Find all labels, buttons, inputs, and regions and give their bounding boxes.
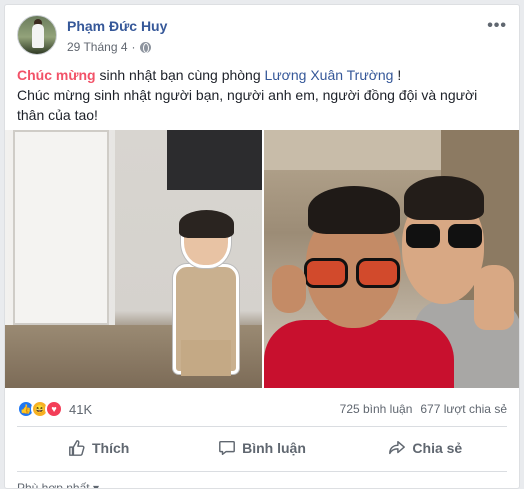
share-label: Chia sẻ: [412, 440, 463, 456]
photo-child-figure: [167, 210, 249, 378]
globe-icon[interactable]: [139, 41, 151, 53]
post-text: Chúc mừng sinh nhật bạn cùng phòng Lương…: [17, 65, 507, 125]
post-date[interactable]: 29 Tháng 4: [67, 40, 128, 54]
photo-2[interactable]: [264, 130, 519, 388]
thumbs-up-icon: [69, 440, 85, 456]
person-2-sunglasses: [404, 224, 484, 252]
photo-grid: [5, 130, 519, 390]
reaction-count[interactable]: 41K: [69, 402, 92, 417]
lens-left: [406, 224, 440, 248]
like-button[interactable]: Thích: [17, 431, 180, 465]
post-stats: 725 bình luận 677 lượt chia sẻ: [340, 402, 507, 416]
person-1-hair: [308, 186, 400, 234]
person-2-hair: [404, 176, 484, 220]
post-card: Phạm Đức Huy 29 Tháng 4 · ••• Chúc mừng …: [4, 4, 520, 489]
avatar-figure: [32, 24, 44, 48]
person-1-sunglasses: [304, 258, 402, 292]
author-name[interactable]: Phạm Đức Huy: [67, 18, 167, 34]
share-count[interactable]: 677 lượt chia sẻ: [420, 402, 507, 416]
tagged-person-link[interactable]: Lương Xuân Trường: [265, 67, 394, 83]
divider: [17, 426, 507, 427]
love-icon: ♥: [45, 400, 63, 418]
child-hair: [179, 210, 234, 238]
action-bar: Thích Bình luận Chia sẻ: [17, 431, 507, 465]
highlight-text: Chúc mừng: [17, 67, 96, 83]
comment-count[interactable]: 725 bình luận: [340, 402, 413, 416]
comment-label: Bình luận: [242, 440, 306, 456]
reactions-bar: 👍 😆 ♥ 41K 725 bình luận 677 lượt chia sẻ: [17, 399, 507, 419]
photo-1[interactable]: [5, 130, 262, 388]
post-text-segment: sinh nhật bạn cùng phòng: [95, 67, 265, 83]
comment-icon: [219, 440, 236, 456]
comment-sort-dropdown[interactable]: Phù hợp nhất ▾: [17, 481, 99, 489]
child-legs: [181, 340, 231, 376]
post-header: Phạm Đức Huy 29 Tháng 4 · •••: [17, 15, 507, 59]
sort-label: Phù hợp nhất: [17, 481, 90, 489]
person-1-shirt: [264, 320, 454, 388]
post-meta: 29 Tháng 4 ·: [67, 40, 151, 54]
meta-separator: ·: [131, 40, 136, 54]
like-label: Thích: [91, 440, 130, 456]
photo-tv: [167, 130, 262, 190]
post-text-suffix: !: [393, 67, 402, 83]
person-1-hand: [272, 265, 306, 313]
more-options-icon[interactable]: •••: [487, 17, 507, 35]
comment-button[interactable]: Bình luận: [180, 431, 343, 465]
chevron-down-icon: ▾: [92, 481, 99, 489]
share-button[interactable]: Chia sẻ: [344, 431, 507, 465]
lens-right: [356, 258, 400, 288]
lens-right: [448, 224, 482, 248]
post-text-line2: Chúc mừng sinh nhật người bạn, người anh…: [17, 87, 478, 123]
share-icon: [389, 440, 406, 455]
photo-door: [13, 130, 109, 325]
peace-sign-hand: [474, 265, 514, 330]
lens-left: [304, 258, 348, 288]
avatar[interactable]: [17, 15, 57, 55]
reaction-icons[interactable]: 👍 😆 ♥: [17, 400, 63, 418]
divider: [17, 471, 507, 472]
